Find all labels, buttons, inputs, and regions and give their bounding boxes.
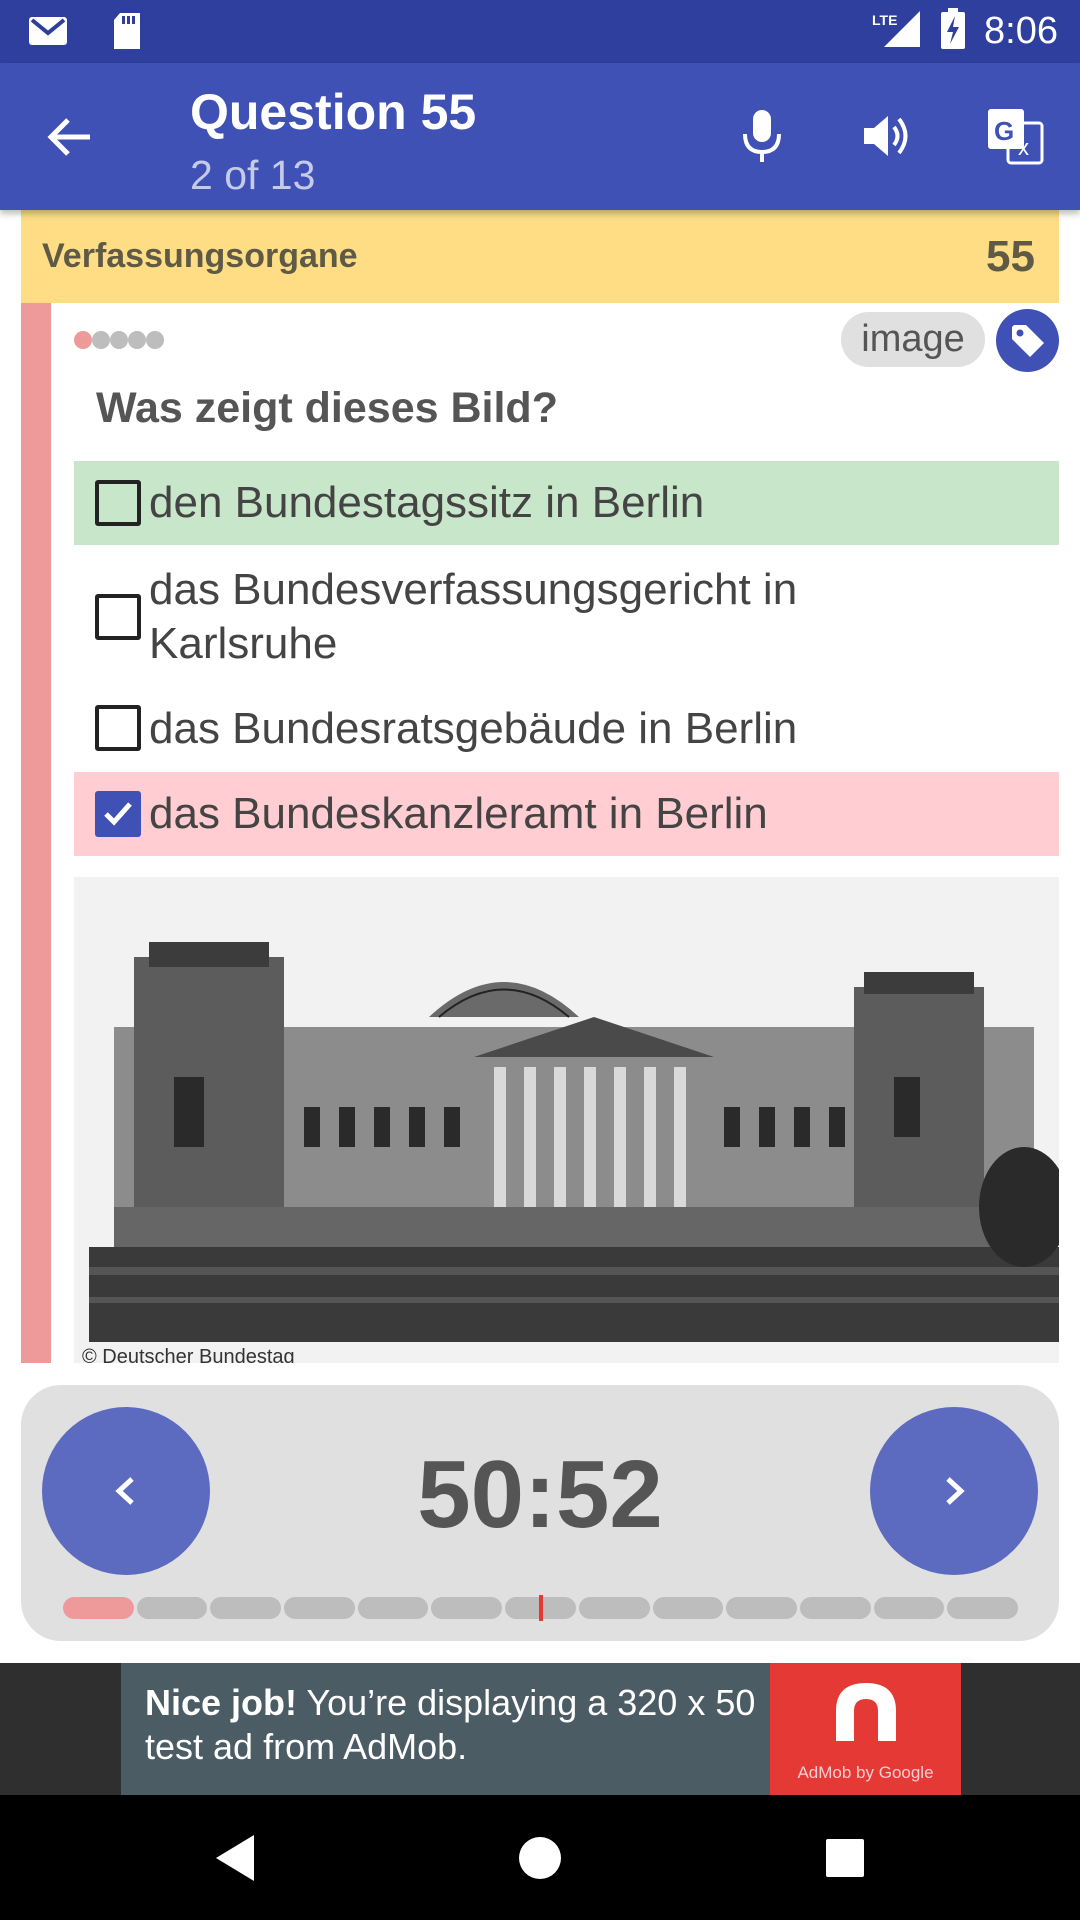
status-time: 8:06 xyxy=(984,10,1058,52)
chevron-right-icon xyxy=(946,1477,965,1505)
status-bar: LTE 8:06 xyxy=(0,0,1080,63)
ad-headline: Nice job! xyxy=(145,1682,298,1723)
control-panel: 50:52 xyxy=(21,1385,1059,1641)
difficulty-dot xyxy=(110,331,128,349)
system-navigation-bar xyxy=(0,1795,1080,1920)
sd-card-icon xyxy=(112,12,142,55)
answer-checkbox[interactable] xyxy=(95,594,141,640)
answer-checkbox[interactable] xyxy=(95,480,141,526)
answer-option[interactable]: das Bundesverfassungsgericht in Karlsruh… xyxy=(74,557,1059,677)
progress-segment[interactable] xyxy=(210,1597,282,1619)
answer-option[interactable]: das Bundesratsgebäude in Berlin xyxy=(74,689,1059,773)
progress-segment[interactable] xyxy=(873,1597,945,1619)
progress-segment[interactable] xyxy=(357,1597,429,1619)
difficulty-dot xyxy=(146,331,164,349)
difficulty-dots xyxy=(74,331,164,349)
recents-icon[interactable] xyxy=(812,1825,878,1891)
image-credit: © Deutscher Bundestag xyxy=(82,1346,295,1363)
wrong-answer-indicator xyxy=(21,303,51,1363)
category-header: Verfassungsorgane 55 xyxy=(21,210,1059,303)
admob-logo: AdMob by Google xyxy=(770,1663,961,1795)
answer-label: das Bundesratsgebäude in Berlin xyxy=(149,704,798,753)
progress-segment[interactable] xyxy=(726,1597,797,1619)
progress-segment[interactable] xyxy=(136,1597,208,1619)
progress-segment[interactable] xyxy=(431,1597,503,1619)
volume-icon[interactable] xyxy=(855,103,921,169)
progress-segment[interactable] xyxy=(284,1597,355,1619)
admob-brand: AdMob by Google xyxy=(797,1763,934,1782)
progress-segment[interactable] xyxy=(578,1597,650,1619)
answer-label: das Bundesverfassungsgericht in Karlsruh… xyxy=(149,565,798,668)
answer-option[interactable]: den Bundestagssitz in Berlin xyxy=(74,461,1059,545)
question-text: Was zeigt dieses Bild? xyxy=(96,384,558,432)
app-bar: Question 55 2 of 13 Gx xyxy=(0,63,1080,210)
screen: LTE 8:06 Question 55 2 of 13 Gx Verfassu xyxy=(0,0,1080,1920)
answer-checkbox-checked[interactable] xyxy=(95,791,141,837)
gmail-icon xyxy=(28,16,68,51)
screen-subtitle: 2 of 13 xyxy=(190,152,316,198)
screen-title: Question 55 xyxy=(190,84,477,140)
signal-icon: LTE xyxy=(872,9,922,54)
difficulty-dot xyxy=(74,331,92,349)
category-name: Verfassungsorgane xyxy=(42,237,358,275)
progress-marker xyxy=(539,1595,544,1621)
svg-text:x: x xyxy=(1018,135,1029,160)
battery-charging-icon xyxy=(940,8,966,55)
question-progress xyxy=(63,1595,1018,1621)
answer-checkbox[interactable] xyxy=(95,705,141,751)
translate-icon[interactable]: Gx xyxy=(982,103,1048,169)
progress-segment[interactable] xyxy=(799,1597,871,1619)
answer-label: das Bundeskanzleramt in Berlin xyxy=(149,789,768,838)
progress-segment-current[interactable] xyxy=(505,1595,576,1621)
category-number: 55 xyxy=(986,231,1035,281)
svg-text:G: G xyxy=(994,116,1014,146)
back-arrow-icon[interactable] xyxy=(42,109,98,165)
next-button[interactable] xyxy=(870,1407,1038,1575)
microphone-icon[interactable] xyxy=(729,103,795,169)
answer-option[interactable]: das Bundeskanzleramt in Berlin xyxy=(74,772,1059,856)
tag-icon[interactable] xyxy=(996,309,1059,372)
ad-text: Nice job! You’re displaying a 320 x 50 t… xyxy=(145,1681,765,1769)
ad-banner[interactable]: Nice job! You’re displaying a 320 x 50 t… xyxy=(121,1663,961,1795)
progress-segment[interactable] xyxy=(63,1597,134,1619)
difficulty-dot xyxy=(92,331,110,349)
question-image: © Deutscher Bundestag xyxy=(74,877,1059,1363)
admob-icon xyxy=(836,1683,896,1741)
back-icon[interactable] xyxy=(203,1825,269,1891)
progress-segment[interactable] xyxy=(652,1597,724,1619)
tag-chip[interactable]: image xyxy=(841,312,985,367)
svg-text:LTE: LTE xyxy=(872,12,897,28)
answer-label: den Bundestagssitz in Berlin xyxy=(149,478,705,527)
difficulty-dot xyxy=(128,331,146,349)
progress-segment[interactable] xyxy=(947,1597,1018,1619)
home-icon[interactable] xyxy=(507,1825,573,1891)
